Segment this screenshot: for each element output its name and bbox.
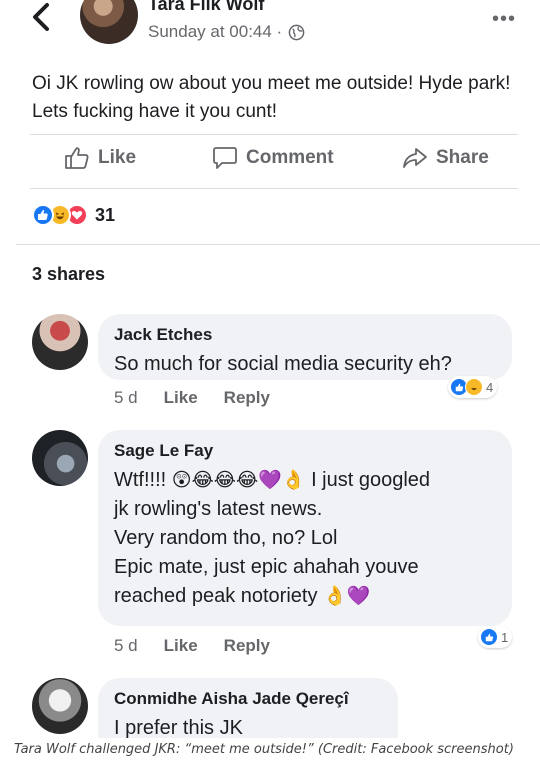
image-caption: Tara Wolf challenged JKR: “meet me outsi… xyxy=(14,742,514,757)
section-divider xyxy=(16,244,540,245)
comment-text: So much for social media security eh? xyxy=(114,353,452,375)
share-button[interactable]: Share xyxy=(402,146,489,170)
avatar[interactable] xyxy=(32,430,88,486)
commenter-name[interactable]: Jack Etches xyxy=(114,324,496,346)
comment-bubble: Jack Etches So much for social media sec… xyxy=(98,314,512,380)
comment-reaction-count: 1 xyxy=(501,629,509,645)
comment-reaction-badge[interactable]: 4 xyxy=(448,376,498,398)
comment-text: I prefer this JK xyxy=(114,717,243,738)
comment-like-button[interactable]: Like xyxy=(164,636,198,656)
facebook-post: Tara Flik Wolf Sunday at 00:44 · ••• Oi … xyxy=(0,0,540,738)
commenter-name[interactable]: Sage Le Fay xyxy=(114,440,496,462)
share-label: Share xyxy=(436,147,489,168)
comment-text-part: I just googled xyxy=(305,469,431,491)
author-name[interactable]: Tara Flik Wolf xyxy=(148,0,264,15)
comment-reply-button[interactable]: Reply xyxy=(224,636,270,656)
comment-text-part: Very random tho, no? Lol xyxy=(114,527,338,549)
comment-actions: 5 d Like Reply xyxy=(114,388,270,408)
like-button[interactable]: Like xyxy=(64,146,136,170)
globe-icon xyxy=(288,24,305,40)
emoji-group: 😲😂😂😂💜👌 xyxy=(171,469,306,491)
avatar[interactable] xyxy=(32,314,88,370)
comment-like-button[interactable]: Like xyxy=(164,388,198,408)
reaction-count: 31 xyxy=(95,204,116,225)
share-icon xyxy=(403,148,427,168)
haha-reaction-icon xyxy=(465,378,483,396)
comment-text: Wtf!!!! 😲😂😂😂💜👌 I just googled jk rowling… xyxy=(114,466,496,611)
author-avatar[interactable] xyxy=(80,0,138,44)
more-options-button[interactable]: ••• xyxy=(492,8,516,31)
commenter-name[interactable]: Conmidhe Aisha Jade Qereçî xyxy=(114,688,382,710)
post-timestamp[interactable]: Sunday at 00:44 · xyxy=(148,22,282,42)
post-text: Oi JK rowling ow about you meet me outsi… xyxy=(32,73,511,122)
comment-reaction-count: 4 xyxy=(486,379,494,395)
like-label: Like xyxy=(98,147,137,168)
shares-count[interactable]: 3 shares xyxy=(32,264,105,285)
comment-reaction-badge[interactable]: 1 xyxy=(478,626,513,648)
comment-button[interactable]: Comment xyxy=(212,146,334,170)
divider xyxy=(30,134,518,135)
thumbs-up-icon xyxy=(65,147,89,169)
back-button[interactable] xyxy=(30,2,52,32)
post-header: Tara Flik Wolf Sunday at 00:44 · ••• xyxy=(0,0,540,62)
divider xyxy=(30,188,518,189)
like-reaction-icon xyxy=(480,628,498,646)
comment-label: Comment xyxy=(246,147,334,168)
comment-age: 5 d xyxy=(114,388,138,407)
comment-actions: 5 d Like Reply xyxy=(114,636,270,656)
like-reaction-icon xyxy=(32,204,54,226)
chevron-left-icon xyxy=(33,3,49,31)
comment-bubble: Sage Le Fay Wtf!!!! 😲😂😂😂💜👌 I just google… xyxy=(98,430,512,626)
comment-bubble: Conmidhe Aisha Jade Qereçî I prefer this… xyxy=(98,678,398,738)
comment-icon xyxy=(213,147,237,169)
comment-text-part: reached peak notoriety xyxy=(114,585,324,607)
action-bar: Like Comment Share xyxy=(30,136,518,186)
comment-age: 5 d xyxy=(114,636,138,655)
comment-text-part: jk rowling's latest news. xyxy=(114,498,323,520)
emoji-group: 👌💜 xyxy=(323,585,371,607)
comment-reply-button[interactable]: Reply xyxy=(224,388,270,408)
reaction-summary[interactable]: 31 xyxy=(32,204,115,226)
comment-text-part: Wtf!!!! xyxy=(114,469,172,491)
comment-text-part: Epic mate, just epic ahahah youve xyxy=(114,556,419,578)
post-meta: Sunday at 00:44 · xyxy=(148,22,305,42)
avatar[interactable] xyxy=(32,678,88,734)
